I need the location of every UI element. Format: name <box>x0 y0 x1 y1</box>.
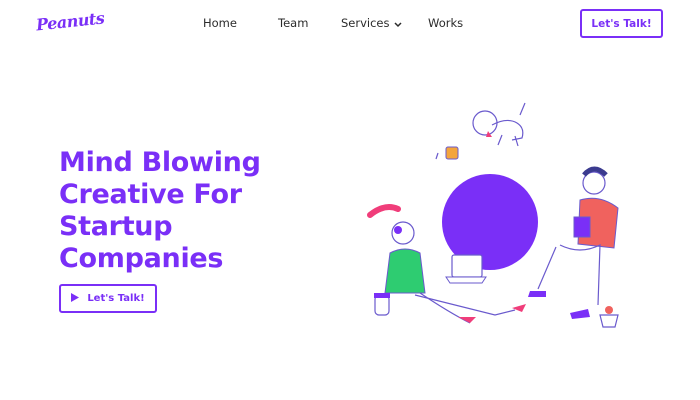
hero-title-line: Mind Blowing <box>59 147 261 178</box>
nav-services-label: Services <box>341 16 390 30</box>
play-icon <box>71 292 80 305</box>
nav-home[interactable]: Home <box>203 16 237 30</box>
hero-title-line: Creative For <box>59 179 242 210</box>
boy-figure <box>528 166 619 319</box>
nav-team[interactable]: Team <box>278 16 308 30</box>
hero-cta-label: Let's Talk! <box>87 293 145 304</box>
pot-shape <box>599 306 619 328</box>
chevron-down-icon <box>393 17 402 31</box>
lets-talk-header-button[interactable]: Let's Talk! <box>580 9 663 38</box>
lets-talk-hero-button[interactable]: Let's Talk! <box>59 284 157 313</box>
toast-shape <box>435 146 459 160</box>
hero-title-line: Companies <box>59 243 224 274</box>
jar-shape <box>374 293 390 316</box>
astronaut-dog-figure <box>472 102 526 147</box>
hero-title: Mind Blowing Creative For Startup Compan… <box>59 147 319 275</box>
nav-works[interactable]: Works <box>428 16 463 30</box>
nav-services[interactable]: Services <box>341 16 402 31</box>
hero-title-line: Startup <box>59 211 173 242</box>
people-relaxing-illustration <box>360 95 680 345</box>
